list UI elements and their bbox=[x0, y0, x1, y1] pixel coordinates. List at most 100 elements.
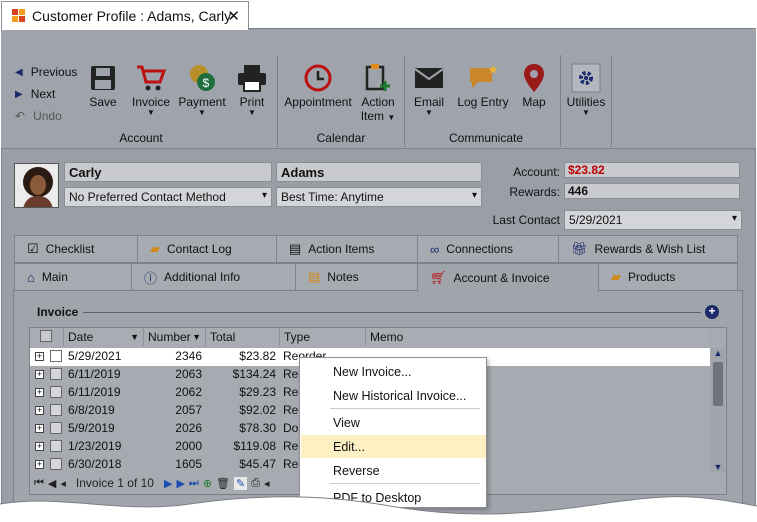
shopping-cart-icon: 🛒︎ bbox=[430, 270, 447, 285]
add-invoice-icon[interactable]: + bbox=[705, 305, 719, 319]
next-page-icon[interactable]: ▶ bbox=[176, 477, 184, 490]
shopping-cart-icon bbox=[130, 61, 172, 95]
delete-row-icon[interactable]: 🗑︎ bbox=[216, 477, 230, 490]
vertical-scrollbar[interactable]: ▲ ▼ bbox=[711, 348, 725, 472]
window-title-tab[interactable]: Customer Profile : Adams, Carly ✕ bbox=[1, 1, 249, 30]
row-checkbox[interactable] bbox=[50, 386, 62, 398]
row-checkbox[interactable] bbox=[50, 350, 62, 362]
rewards-label: Rewards: bbox=[509, 185, 560, 199]
column-header-number[interactable]: Number ▼ bbox=[144, 328, 206, 346]
tab-checklist[interactable]: ☑ Checklist bbox=[14, 235, 138, 263]
tab-connections[interactable]: ∞ Connections bbox=[417, 235, 559, 263]
expand-icon[interactable]: + bbox=[35, 370, 44, 379]
tab-action-items[interactable]: ▤ Action Items bbox=[276, 235, 418, 263]
undo-button[interactable]: ↶ Undo bbox=[15, 109, 62, 123]
save-button[interactable]: Save bbox=[87, 61, 119, 109]
invoice-button[interactable]: Invoice ▼ bbox=[130, 61, 172, 117]
first-page-icon[interactable]: ⏮ bbox=[34, 477, 44, 490]
last-page-icon[interactable]: ⏭ bbox=[189, 477, 199, 490]
tab-rewards-wish-list[interactable]: 🎁︎ Rewards & Wish List bbox=[558, 235, 738, 263]
row-checkbox[interactable] bbox=[50, 458, 62, 470]
select-all-header[interactable] bbox=[30, 328, 64, 346]
edit-pencil-icon[interactable]: ✎ bbox=[234, 476, 248, 490]
close-icon[interactable]: ✕ bbox=[227, 7, 240, 25]
first-name-field[interactable]: Carly bbox=[64, 162, 272, 182]
payment-button[interactable]: $ Payment ▼ bbox=[178, 61, 226, 117]
tab-notes[interactable]: ▤ Notes bbox=[295, 263, 418, 291]
menu-item-reverse[interactable]: Reverse bbox=[301, 459, 486, 482]
last-contact-select[interactable]: 5/29/2021 bbox=[564, 210, 742, 230]
map-pin-icon bbox=[519, 61, 549, 95]
next-icon[interactable]: ▶ bbox=[164, 477, 172, 490]
tab-main[interactable]: ⌂ Main bbox=[14, 263, 132, 291]
list-icon: ▤ bbox=[289, 241, 302, 256]
contact-method-select[interactable]: No Preferred Contact Method bbox=[64, 187, 272, 207]
print-icon[interactable]: ⎙ bbox=[251, 477, 260, 490]
next-button[interactable]: ▶ Next bbox=[15, 87, 55, 101]
previous-button[interactable]: ◀ Previous bbox=[15, 65, 77, 79]
app-logo-icon bbox=[12, 9, 26, 23]
svg-text:$: $ bbox=[203, 76, 210, 90]
last-name-field[interactable]: Adams bbox=[276, 162, 482, 182]
cell-number: 2063 bbox=[175, 367, 202, 381]
print-button[interactable]: Print ▼ bbox=[235, 61, 269, 117]
row-checkbox[interactable] bbox=[50, 368, 62, 380]
scrollbar-thumb[interactable] bbox=[713, 362, 723, 406]
cell-date: 5/29/2021 bbox=[68, 349, 122, 363]
tab-additional-info[interactable]: ⓘ Additional Info bbox=[131, 263, 296, 291]
expand-icon[interactable]: + bbox=[35, 406, 44, 415]
expand-icon[interactable]: + bbox=[35, 460, 44, 469]
group-label-communicate: Communicate bbox=[448, 131, 524, 145]
expand-icon[interactable]: + bbox=[35, 424, 44, 433]
menu-item-new-historical-invoice[interactable]: New Historical Invoice... bbox=[301, 384, 486, 407]
window-title: Customer Profile : Adams, Carly bbox=[32, 8, 232, 24]
action-item-button[interactable]: Action Item ▼ bbox=[359, 61, 397, 123]
cell-number: 2026 bbox=[175, 421, 202, 435]
gear-icon bbox=[566, 61, 606, 95]
cell-total: $134.24 bbox=[232, 367, 276, 381]
expand-icon[interactable]: + bbox=[35, 442, 44, 451]
group-label-account: Account bbox=[119, 131, 163, 145]
column-header-memo[interactable]: Memo bbox=[366, 328, 709, 346]
best-time-select[interactable]: Best Time: Anytime bbox=[276, 187, 482, 207]
log-entry-button[interactable]: Log Entry bbox=[455, 61, 511, 109]
cell-total: $119.08 bbox=[233, 439, 277, 453]
cell-number: 2062 bbox=[175, 385, 202, 399]
clipboard-add-icon bbox=[359, 61, 397, 95]
tab-account-invoice[interactable]: 🛒︎ Account & Invoice bbox=[417, 263, 599, 292]
cell-date: 5/9/2019 bbox=[68, 421, 115, 435]
appointment-button[interactable]: Appointment bbox=[283, 61, 353, 109]
printer-icon bbox=[235, 61, 269, 95]
menu-item-edit[interactable]: Edit... bbox=[301, 435, 486, 458]
menu-item-new-invoice[interactable]: New Invoice... bbox=[301, 360, 486, 383]
column-header-date[interactable]: Date ▼ bbox=[64, 328, 144, 346]
previous-arrow-icon: ◀ bbox=[15, 66, 23, 78]
add-row-icon[interactable]: ⊕ bbox=[203, 477, 212, 490]
account-balance: $23.82 bbox=[564, 162, 740, 178]
scroll-left-icon[interactable]: ◂ bbox=[264, 477, 270, 490]
cell-type: Do bbox=[283, 421, 299, 435]
cell-total: $78.30 bbox=[239, 421, 276, 435]
column-header-total[interactable]: Total bbox=[206, 328, 280, 346]
cell-type: Re bbox=[283, 457, 299, 471]
email-button[interactable]: Email ▼ bbox=[411, 61, 447, 117]
expand-icon[interactable]: + bbox=[35, 388, 44, 397]
utilities-button[interactable]: Utilities ▼ bbox=[566, 61, 606, 117]
column-header-type[interactable]: Type bbox=[280, 328, 366, 346]
prev-page-icon[interactable]: ◀ bbox=[48, 477, 56, 490]
group-label-calendar: Calendar bbox=[316, 131, 366, 145]
expand-icon[interactable]: + bbox=[35, 352, 44, 361]
cell-date: 6/30/2018 bbox=[68, 457, 122, 471]
row-checkbox[interactable] bbox=[50, 404, 62, 416]
avatar[interactable] bbox=[14, 163, 59, 208]
menu-item-view[interactable]: View bbox=[301, 411, 486, 434]
tab-products[interactable]: ▰ Products bbox=[598, 263, 738, 291]
coins-icon: $ bbox=[178, 61, 226, 95]
prev-icon[interactable]: ◂ bbox=[60, 477, 66, 490]
row-checkbox[interactable] bbox=[50, 440, 62, 452]
row-checkbox[interactable] bbox=[50, 422, 62, 434]
tab-contact-log[interactable]: ▰ Contact Log bbox=[137, 235, 277, 263]
cell-number: 2000 bbox=[175, 439, 202, 453]
map-button[interactable]: Map bbox=[519, 61, 549, 109]
cell-date: 1/23/2019 bbox=[68, 439, 122, 453]
